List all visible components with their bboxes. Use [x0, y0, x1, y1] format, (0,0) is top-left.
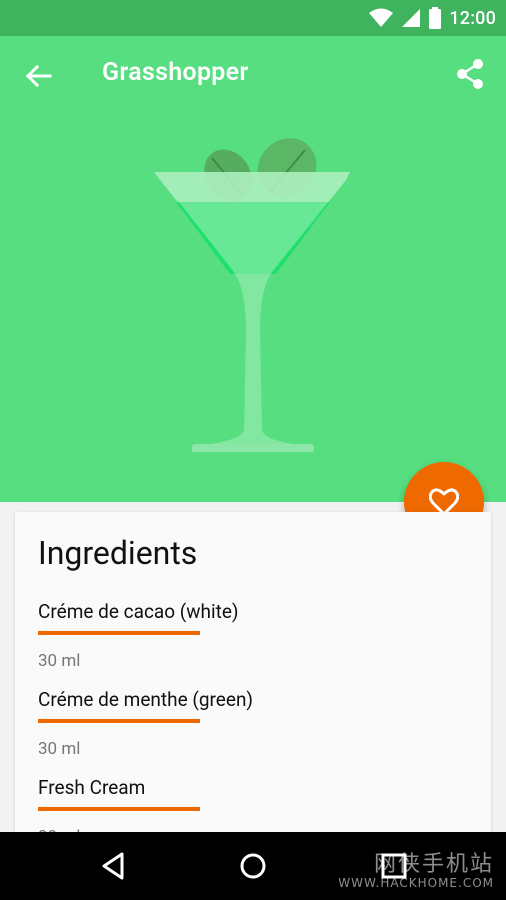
ingredient-item: Créme de cacao (white) 30 ml — [38, 600, 239, 671]
ingredient-name: Fresh Cream — [38, 776, 146, 799]
ingredient-amount: 30 ml — [38, 651, 81, 671]
card-title: Ingredients — [38, 534, 198, 572]
watermark-url: WWW.HACKHOME.COM — [338, 876, 494, 890]
cocktail-glass-illustration — [154, 138, 350, 452]
battery-icon — [429, 7, 442, 29]
app-bar: Grasshopper — [0, 36, 506, 114]
watermark: 网侠手机站 WWW.HACKHOME.COM — [328, 840, 498, 896]
ingredient-bar — [38, 807, 200, 811]
ingredients-card: Ingredients Créme de cacao (white) 30 ml… — [15, 512, 491, 847]
share-icon[interactable] — [454, 58, 486, 90]
status-time: 12:00 — [449, 7, 496, 29]
cell-signal-icon — [402, 9, 421, 27]
back-triangle-icon[interactable] — [98, 850, 130, 882]
watermark-text: 网侠手机站 — [373, 852, 494, 877]
status-bar: 12:00 — [0, 0, 506, 36]
status-icons: 12:00 — [369, 6, 496, 30]
ingredient-amount: 30 ml — [38, 739, 81, 759]
ingredient-item: Créme de menthe (green) 30 ml — [38, 688, 253, 759]
page-title: Grasshopper — [102, 58, 249, 87]
back-arrow-icon[interactable] — [22, 60, 54, 92]
ingredient-name: Créme de menthe (green) — [38, 688, 254, 711]
ingredient-name: Créme de cacao (white) — [38, 600, 239, 623]
ingredient-bar — [38, 719, 200, 723]
navigation-bar: 网侠手机站 WWW.HACKHOME.COM — [0, 832, 506, 900]
home-circle-icon[interactable] — [237, 850, 269, 882]
wifi-icon — [369, 8, 394, 27]
ingredient-bar — [38, 631, 200, 635]
